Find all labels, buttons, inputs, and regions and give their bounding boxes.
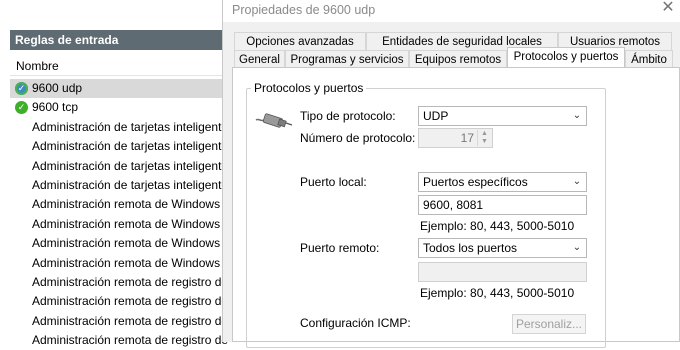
chevron-down-icon: ⌄ xyxy=(572,176,582,187)
rule-row[interactable]: ✓ 9600 tcp xyxy=(10,98,232,117)
tab-ambito[interactable]: Ámbito xyxy=(625,50,673,68)
rule-row[interactable]: Administración de tarjetas inteligentes xyxy=(10,137,232,156)
rule-name: Administración remota de Windows xyxy=(32,197,221,212)
local-port-value: 9600, 8081 xyxy=(423,198,484,212)
protocol-type-value: UDP xyxy=(423,109,449,123)
rule-name: Administración de tarjetas inteligentes xyxy=(32,119,232,134)
rule-name: Administración remota de Windows xyxy=(32,236,221,251)
remote-port-select[interactable]: Todos los puertos ⌄ xyxy=(418,238,587,258)
check-icon: ✓ xyxy=(15,101,28,115)
rule-row[interactable]: Administración remota de Windows xyxy=(10,254,232,273)
icmp-label: Configuración ICMP: xyxy=(300,316,411,330)
rules-list: ✓ 9600 udp ✓ 9600 tcp Administración de tarj… xyxy=(10,79,232,350)
local-port-hint: Ejemplo: 80, 443, 5000-5010 xyxy=(420,219,575,233)
remote-port-hint: Ejemplo: 80, 443, 5000-5010 xyxy=(420,286,575,300)
rule-name: Administración remota de registro de xyxy=(32,333,229,348)
rule-name: Administración de tarjetas inteligentes xyxy=(32,139,232,154)
rule-name: Administración remota de registro de xyxy=(32,313,229,328)
dialog-title-bar: Propiedades de 9600 udp ✕ xyxy=(223,0,680,22)
rule-name: Administración remota de registro de xyxy=(32,294,229,309)
column-header-name[interactable]: Nombre xyxy=(10,56,232,76)
rule-row[interactable]: Administración de tarjetas inteligentes xyxy=(10,157,232,176)
rule-row[interactable]: Administración remota de registro de xyxy=(10,331,232,350)
rule-name: Administración de tarjetas inteligentes xyxy=(32,158,232,173)
remote-port-mode: Todos los puertos xyxy=(423,241,518,255)
protocol-type-label: Tipo de protocolo: xyxy=(300,109,396,123)
rule-row[interactable]: Administración de tarjetas inteligentes xyxy=(10,118,232,137)
rule-row[interactable]: Administración remota de Windows xyxy=(10,234,232,253)
protocol-number-value: 17 xyxy=(460,131,474,145)
rule-name: 9600 tcp xyxy=(32,100,79,115)
rule-row[interactable]: Administración remota de Windows xyxy=(10,215,232,234)
protocol-number-stepper[interactable]: 17 ▲ ▼ xyxy=(418,128,493,148)
check-icon: ✓ xyxy=(15,82,28,95)
icmp-customize-button[interactable]: Personaliz... xyxy=(512,314,586,334)
dialog-title: Propiedades de 9600 udp xyxy=(232,3,376,17)
rule-row[interactable]: Administración remota de registro de xyxy=(10,273,232,292)
rule-row[interactable]: Administración de tarjetas inteligentes xyxy=(10,176,232,195)
local-port-select[interactable]: Puertos específicos ⌄ xyxy=(418,172,587,192)
panel-header: Reglas de entrada xyxy=(10,30,232,50)
rule-name: 9600 udp xyxy=(32,81,83,95)
local-port-label: Puerto local: xyxy=(300,175,367,189)
tab-general[interactable]: General xyxy=(234,50,285,68)
remote-port-label: Puerto remoto: xyxy=(300,241,380,255)
rule-row[interactable]: Administración remota de registro de xyxy=(10,312,232,331)
chevron-down-icon: ⌄ xyxy=(572,110,582,121)
rule-row[interactable]: ✓ 9600 udp xyxy=(10,79,232,99)
remote-port-input[interactable] xyxy=(418,262,587,282)
rule-name: Administración remota de registro de xyxy=(32,274,229,289)
rule-name: Administración de tarjetas inteligentes xyxy=(32,177,232,192)
group-title: Protocolos y puertos xyxy=(251,81,367,95)
close-icon[interactable]: ✕ xyxy=(660,0,676,16)
tab-protocolos-puertos[interactable]: Protocolos y puertos xyxy=(507,47,625,68)
inbound-rules-panel: Reglas de entrada Nombre ✓ 9600 udp ✓ 9600 … xyxy=(0,0,232,347)
rule-row[interactable]: Administración remota de Windows xyxy=(10,195,232,214)
rule-row[interactable]: Administración remota de registro de xyxy=(10,292,232,311)
local-port-mode: Puertos específicos xyxy=(423,175,528,189)
rule-name: Administración remota de Windows xyxy=(32,216,221,231)
tab-programas-servicios[interactable]: Programas y servicios xyxy=(285,50,409,68)
rule-name: Administración remota de Windows xyxy=(32,255,221,270)
protocol-type-select[interactable]: UDP ⌄ xyxy=(418,106,587,126)
network-plug-icon xyxy=(255,113,293,128)
local-port-input[interactable]: 9600, 8081 xyxy=(418,195,587,215)
protocol-number-label: Número de protocolo: xyxy=(300,131,416,145)
chevron-down-icon: ⌄ xyxy=(572,242,582,253)
tab-opciones-avanzadas[interactable]: Opciones avanzadas xyxy=(234,32,366,50)
tab-equipos-remotos[interactable]: Equipos remotos xyxy=(409,50,507,68)
stepper-arrows-icon[interactable]: ▲ ▼ xyxy=(477,130,491,146)
